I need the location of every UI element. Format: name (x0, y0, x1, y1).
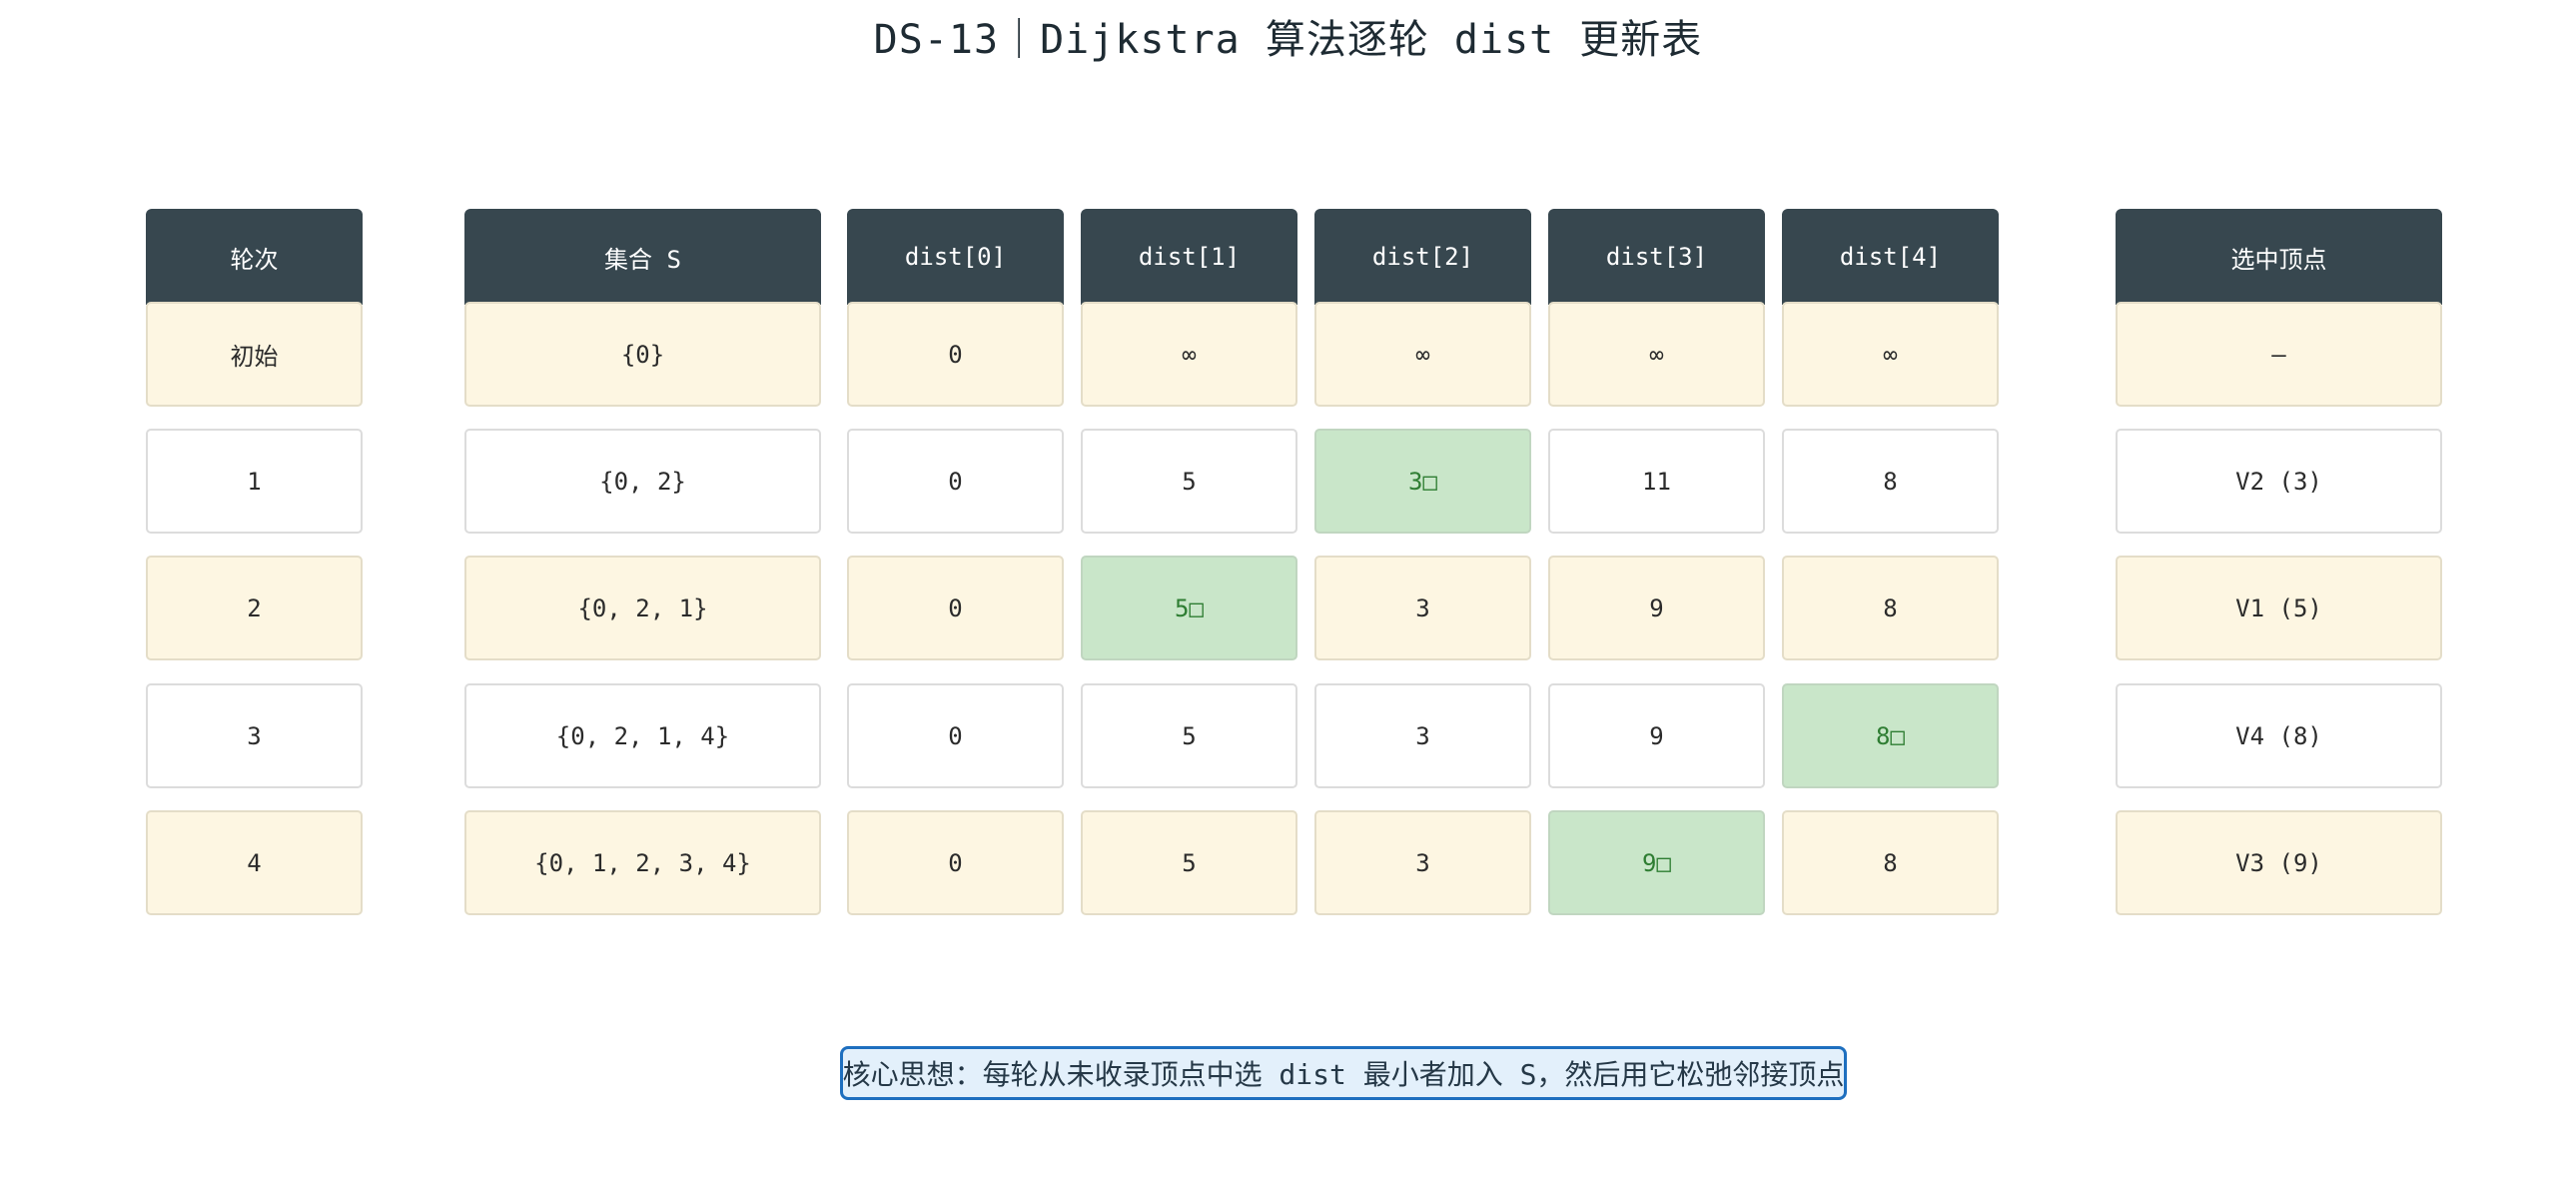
column-header-dist-0: dist[0] (847, 209, 1064, 305)
cell-dist-1-row-4: 5 (1081, 810, 1297, 915)
column-header-selected: 选中顶点 (2116, 209, 2442, 305)
cell-dist-2-row-4: 3 (1314, 810, 1531, 915)
cell-dist-4-row-3: 8□ (1782, 683, 1999, 788)
cell-dist-0-row-3: 0 (847, 683, 1064, 788)
cell-dist-3-row-1: 11 (1548, 429, 1765, 534)
cell-dist-3-row-3: 9 (1548, 683, 1765, 788)
column-header-round: 轮次 (146, 209, 363, 305)
cell-selected-row-0: — (2116, 302, 2442, 407)
cell-dist-3-row-4: 9□ (1548, 810, 1765, 915)
cell-selected-row-3: V4 (8) (2116, 683, 2442, 788)
cell-dist-2-row-3: 3 (1314, 683, 1531, 788)
cell-selected-row-2: V1 (5) (2116, 556, 2442, 660)
cell-dist-3-row-2: 9 (1548, 556, 1765, 660)
cell-dist-1-row-2: 5□ (1081, 556, 1297, 660)
cell-round-row-3: 3 (146, 683, 363, 788)
cell-dist-0-row-4: 0 (847, 810, 1064, 915)
column-header-dist-4: dist[4] (1782, 209, 1999, 305)
cell-dist-1-row-1: 5 (1081, 429, 1297, 534)
cell-dist-1-row-3: 5 (1081, 683, 1297, 788)
column-header-dist-2: dist[2] (1314, 209, 1531, 305)
cell-round-row-4: 4 (146, 810, 363, 915)
cell-dist-4-row-1: 8 (1782, 429, 1999, 534)
column-header-dist-1: dist[1] (1081, 209, 1297, 305)
cell-dist-4-row-4: 8 (1782, 810, 1999, 915)
cell-set-row-4: {0, 1, 2, 3, 4} (464, 810, 821, 915)
cell-dist-4-row-0: ∞ (1782, 302, 1999, 407)
cell-dist-4-row-2: 8 (1782, 556, 1999, 660)
dist-table: 轮次 集合 S dist[0] dist[1] dist[2] dist[3] dist[4… (0, 0, 2576, 1180)
column-header-dist-3: dist[3] (1548, 209, 1765, 305)
core-idea-note: 核心思想：每轮从未收录顶点中选 dist 最小者加入 S，然后用它松弛邻接顶点 (840, 1046, 1847, 1100)
cell-round-row-2: 2 (146, 556, 363, 660)
cell-dist-0-row-2: 0 (847, 556, 1064, 660)
column-header-set: 集合 S (464, 209, 821, 305)
cell-selected-row-4: V3 (9) (2116, 810, 2442, 915)
cell-dist-2-row-1: 3□ (1314, 429, 1531, 534)
cell-set-row-2: {0, 2, 1} (464, 556, 821, 660)
cell-round-row-0: 初始 (146, 302, 363, 407)
cell-dist-1-row-0: ∞ (1081, 302, 1297, 407)
cell-dist-0-row-0: 0 (847, 302, 1064, 407)
cell-set-row-3: {0, 2, 1, 4} (464, 683, 821, 788)
cell-round-row-1: 1 (146, 429, 363, 534)
cell-dist-2-row-0: ∞ (1314, 302, 1531, 407)
cell-set-row-1: {0, 2} (464, 429, 821, 534)
cell-dist-0-row-1: 0 (847, 429, 1064, 534)
cell-set-row-0: {0} (464, 302, 821, 407)
cell-dist-3-row-0: ∞ (1548, 302, 1765, 407)
cell-selected-row-1: V2 (3) (2116, 429, 2442, 534)
cell-dist-2-row-2: 3 (1314, 556, 1531, 660)
